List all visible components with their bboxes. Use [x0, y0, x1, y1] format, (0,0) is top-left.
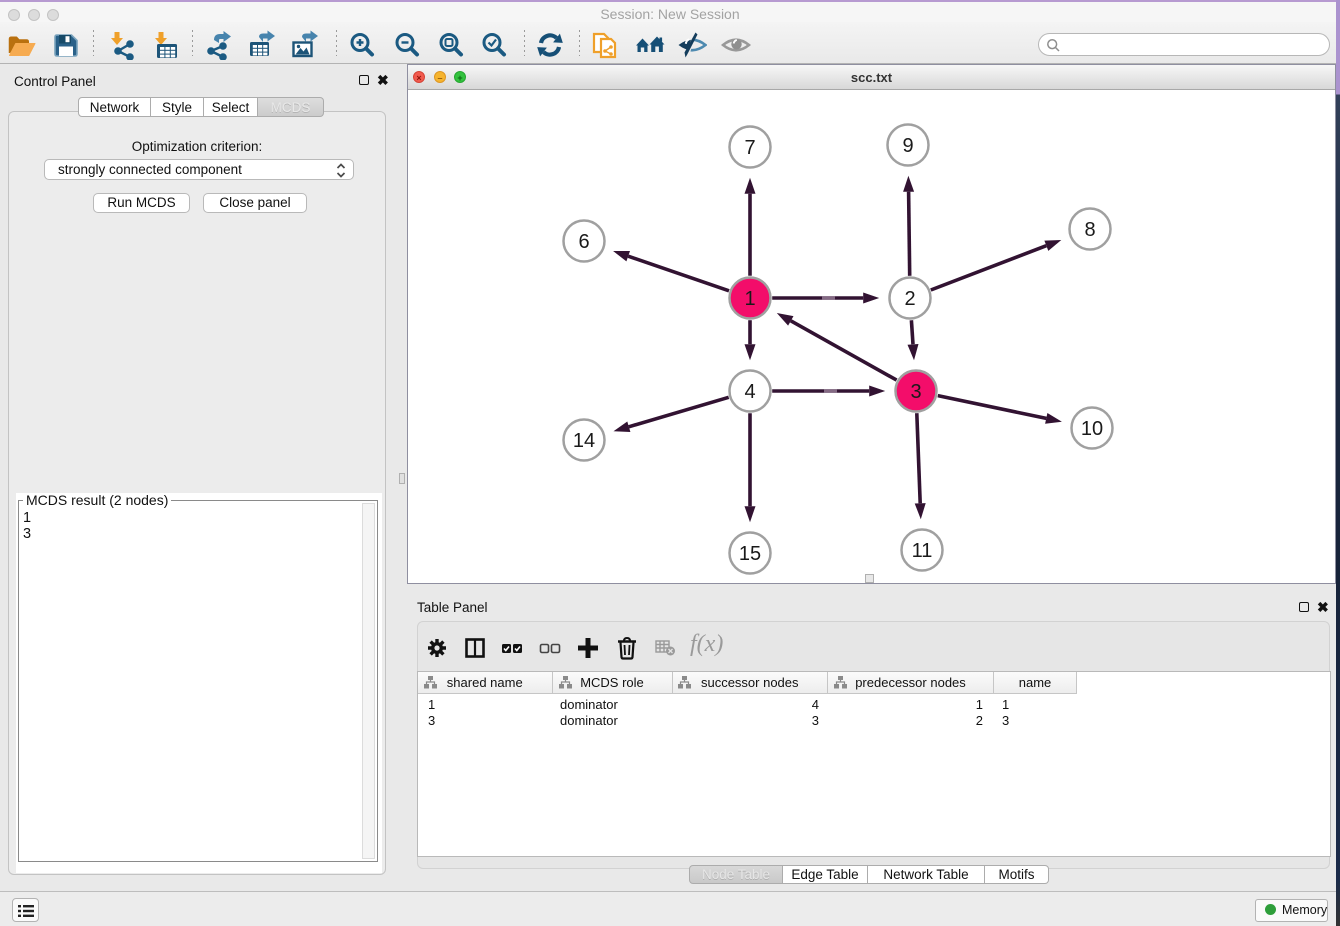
svg-text:3: 3 [910, 381, 921, 403]
svg-text:7: 7 [744, 137, 755, 159]
svg-text:9: 9 [902, 135, 913, 157]
svg-text:1: 1 [744, 288, 755, 310]
svg-text:2: 2 [904, 288, 915, 310]
svg-text:4: 4 [744, 381, 755, 403]
svg-text:10: 10 [1081, 418, 1103, 440]
svg-text:6: 6 [578, 231, 589, 253]
svg-text:15: 15 [739, 543, 761, 565]
svg-text:11: 11 [912, 540, 933, 562]
svg-text:8: 8 [1084, 219, 1095, 241]
svg-text:14: 14 [573, 430, 595, 452]
